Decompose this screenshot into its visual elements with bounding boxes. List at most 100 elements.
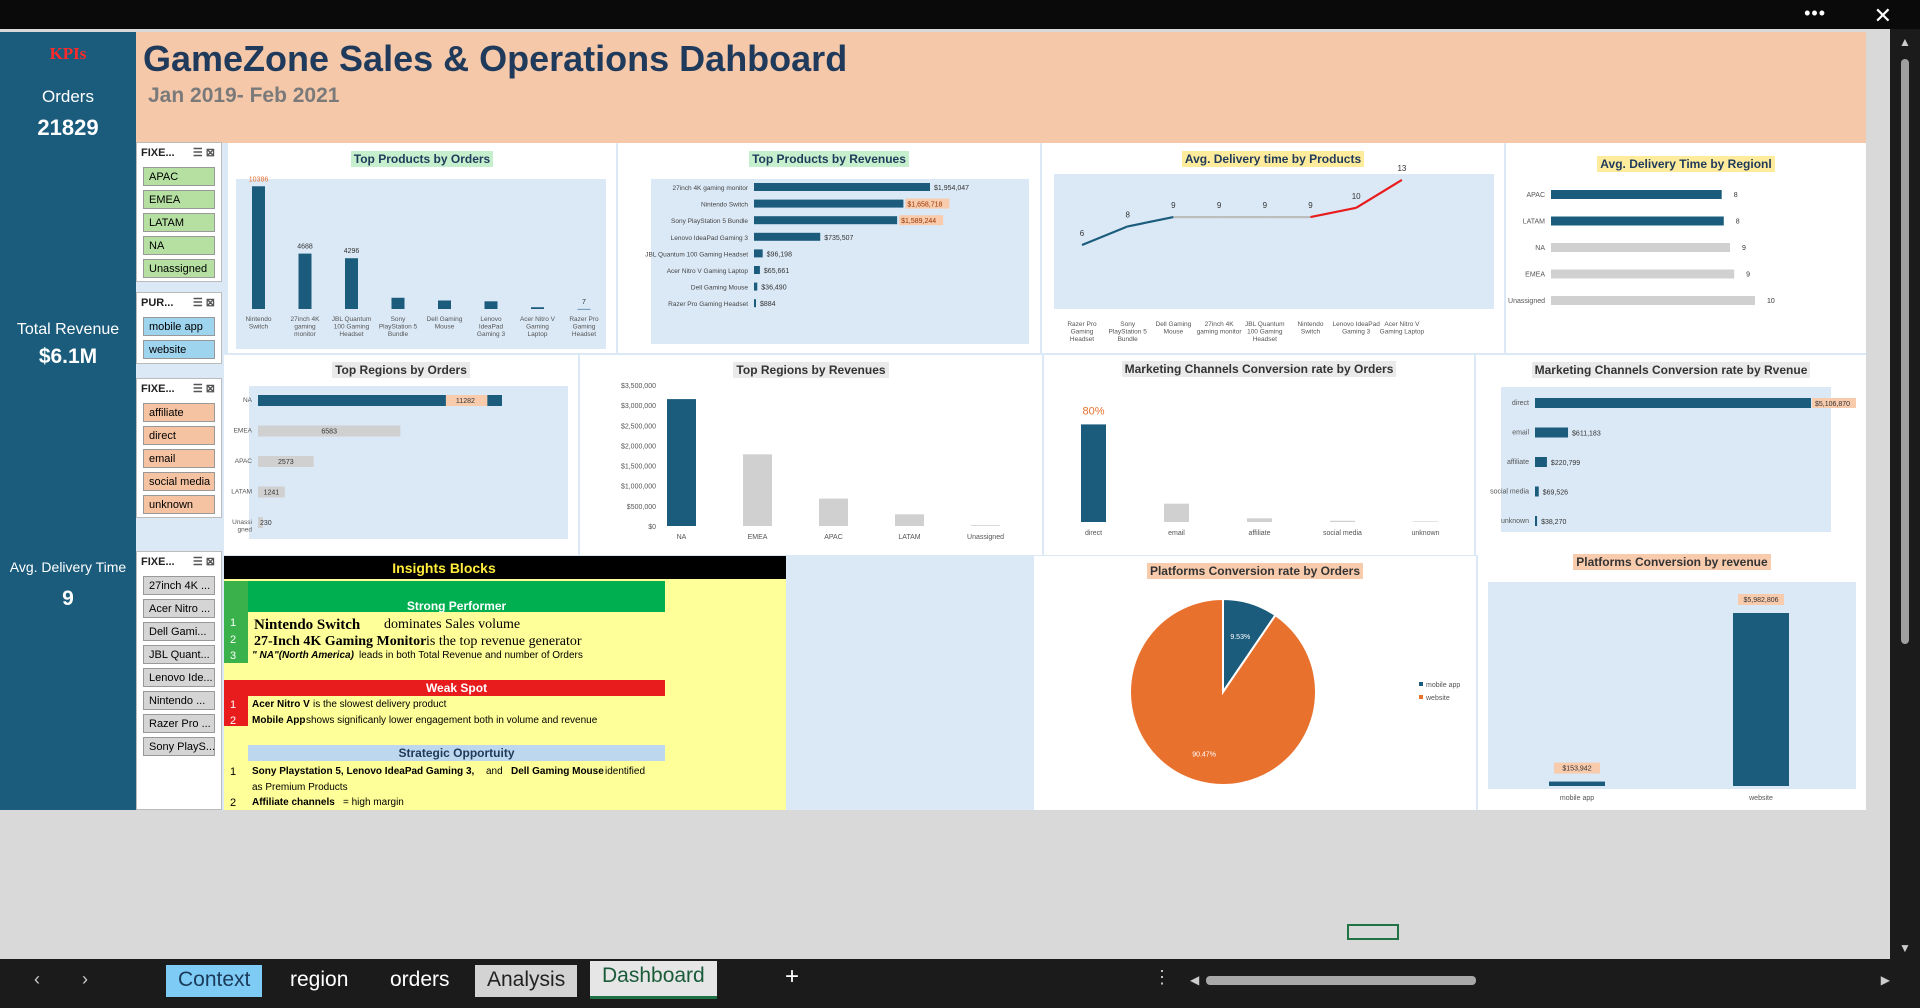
slicer-item[interactable]: EMEA [143,190,215,209]
series-line [1310,206,1357,219]
chart-svg: NA 11282 EMEA 6583 APAC 2573 LATAM 1241 Unassi gn… [231,395,502,534]
pie-slice [1129,597,1317,786]
y-tick-label: NA [1535,245,1545,252]
slicer-item[interactable]: 27inch 4K ... [143,576,215,595]
bar [754,249,763,258]
slicer-item[interactable]: website [143,340,215,359]
slicer-item[interactable]: social media [143,472,215,491]
slicer-item[interactable]: APAC [143,167,215,186]
y-tick-label: $3,500,000 [621,383,656,390]
scroll-right-icon[interactable]: ▶ [1881,973,1890,987]
x-tick-label: NA [677,534,687,541]
slicer-platform[interactable]: PUR... ☰ ⊠ mobile app website [136,292,222,364]
y-tick-label: EMEA [234,428,253,435]
y-tick-label: Unassigned [1508,298,1545,305]
bar [667,399,696,526]
bar [391,297,405,309]
chart-platforms-orders[interactable]: Platforms Conversion rate by Orders 9.53… [1034,556,1476,810]
x-tick-label: Lenovo IdeaPad Gaming 3 [1333,321,1381,336]
clear-filter-icon[interactable]: ☰ ⊠ [193,296,215,309]
bar [484,301,498,309]
kpi-panel: KPIs Orders 21829 Total Revenue $6.1M Av… [0,32,136,810]
slicer-item[interactable]: JBL Quant... [143,645,215,664]
slicer-item[interactable]: Dell Gami... [143,622,215,641]
insights-block: Insights Blocks Strong Performer 1 Ninten… [224,556,786,810]
chart-channels-orders[interactable]: Marketing Channels Conversion rate by Or… [1044,355,1474,555]
chart-top-products-orders[interactable]: Top Products by Orders 10386 Nintendo Swit… [228,143,616,353]
slicer-channel[interactable]: FIXE... ☰ ⊠ affiliate direct email social… [136,378,222,518]
bar [754,282,758,291]
chart-channels-revenue[interactable]: Marketing Channels Conversion rate by Rv… [1476,355,1866,555]
more-options-button[interactable]: ••• [1804,4,1826,22]
tab-analysis[interactable]: Analysis [475,965,578,997]
data-label: $220,799 [1551,460,1580,467]
tab-region[interactable]: region [278,965,360,997]
slicer-item[interactable]: Unassigned [143,259,215,278]
slicer-title: FIXE... [141,383,175,395]
scroll-up-icon[interactable]: ▲ [1899,35,1911,49]
orders-value: 21829 [37,115,99,140]
selected-cell[interactable] [1347,924,1399,940]
clear-filter-icon[interactable]: ☰ ⊠ [193,555,215,568]
chart-delivery-by-region[interactable]: Avg. Delivery Time by Regionl APAC 8 LATAM… [1506,143,1866,353]
y-tick-label: Nintendo Switch [701,202,748,209]
slicer-region[interactable]: FIXE... ☰ ⊠ APAC EMEA LATAM NA Unassigned [136,142,222,282]
legend-swatch [1419,682,1423,686]
slicer-item[interactable]: affiliate [143,403,215,422]
chart-svg: 80% direct email affiliate social media unkno… [1081,405,1440,537]
bar [1551,216,1724,226]
scroll-left-icon[interactable]: ◀ [1190,973,1199,987]
slicer-item[interactable]: direct [143,426,215,445]
data-label: $38,270 [1541,519,1566,526]
slicer-item[interactable]: LATAM [143,213,215,232]
y-tick-label: EMEA [1525,272,1545,279]
sheet-options-icon[interactable]: ⋮ [1153,967,1171,988]
chart-regions-orders[interactable]: Top Regions by Orders NA 11282 EMEA 6583 APA… [224,355,578,555]
chart-regions-revenue[interactable]: Top Regions by Revenues $0 $500,000 $1,000… [580,355,1042,555]
x-tick-label: Acer Nitro V Gaming Laptop [520,316,556,338]
vertical-scroll-thumb[interactable] [1901,59,1909,644]
x-tick-label: Sony PlayStation 5 Bundle [379,316,418,338]
slicer-item[interactable]: Lenovo Ide... [143,668,215,687]
horizontal-scroll-thumb[interactable] [1206,976,1476,985]
add-sheet-icon[interactable]: + [785,963,799,991]
horizontal-scrollbar[interactable]: ◀ ▶ [1190,973,1890,987]
slicer-product[interactable]: FIXE... ☰ ⊠ 27inch 4K ... Acer Nitro ... … [136,551,222,810]
data-label: 1241 [264,490,280,497]
slicer-item[interactable]: Sony PlayS... [143,737,215,756]
slicer-item[interactable]: Nintendo ... [143,691,215,710]
data-label: 9 [1263,201,1268,210]
x-tick-label: Nintendo Switch [245,316,271,331]
data-label: 9 [1308,201,1313,210]
clear-filter-icon[interactable]: ☰ ⊠ [193,382,215,395]
tab-orders[interactable]: orders [378,965,462,997]
scroll-down-icon[interactable]: ▼ [1899,941,1911,955]
y-tick-label: $1,500,000 [621,464,656,471]
slicer-item[interactable]: unknown [143,495,215,514]
slicer-item[interactable]: Razer Pro ... [143,714,215,733]
chart-svg: 9.53% mobile app 90.47% website [1129,597,1460,786]
next-sheet-icon[interactable]: › [82,969,88,990]
slicer-item[interactable]: NA [143,236,215,255]
chart-top-products-revenue[interactable]: Top Products by Revenues 27inch 4K gamin… [618,143,1040,353]
chart-svg: 6 Razer Pro Gaming Headset 8 Sony PlayStation … [1067,164,1424,343]
slicer-title: FIXE... [141,147,175,159]
y-tick-label: Unassigned [232,519,252,534]
close-button[interactable]: ✕ [1874,3,1892,29]
slicer-item[interactable]: mobile app [143,317,215,336]
slicer-item[interactable]: email [143,449,215,468]
chart-platforms-revenue[interactable]: Platforms Conversion by revenue $153,942… [1478,548,1866,810]
bar [1535,516,1538,526]
prev-sheet-icon[interactable]: ‹ [34,969,40,990]
slicer-item[interactable]: Acer Nitro ... [143,599,215,618]
tab-context[interactable]: Context [166,965,263,997]
tab-dashboard[interactable]: Dashboard [590,961,717,999]
vertical-scrollbar[interactable]: ▲ ▼ [1890,29,1920,959]
clear-filter-icon[interactable]: ☰ ⊠ [193,146,215,159]
y-tick-label: Lenovo IdeaPad Gaming 3 [671,235,749,242]
y-tick-label: Dell Gaming Mouse [691,285,748,292]
chart-delivery-by-product[interactable]: Avg. Delivery time by Products 6 Razer Pr… [1042,143,1504,353]
bar [1551,269,1735,279]
y-tick-label: social media [1490,489,1529,496]
page-title: GameZone Sales & Operations Dahboard [143,38,848,79]
